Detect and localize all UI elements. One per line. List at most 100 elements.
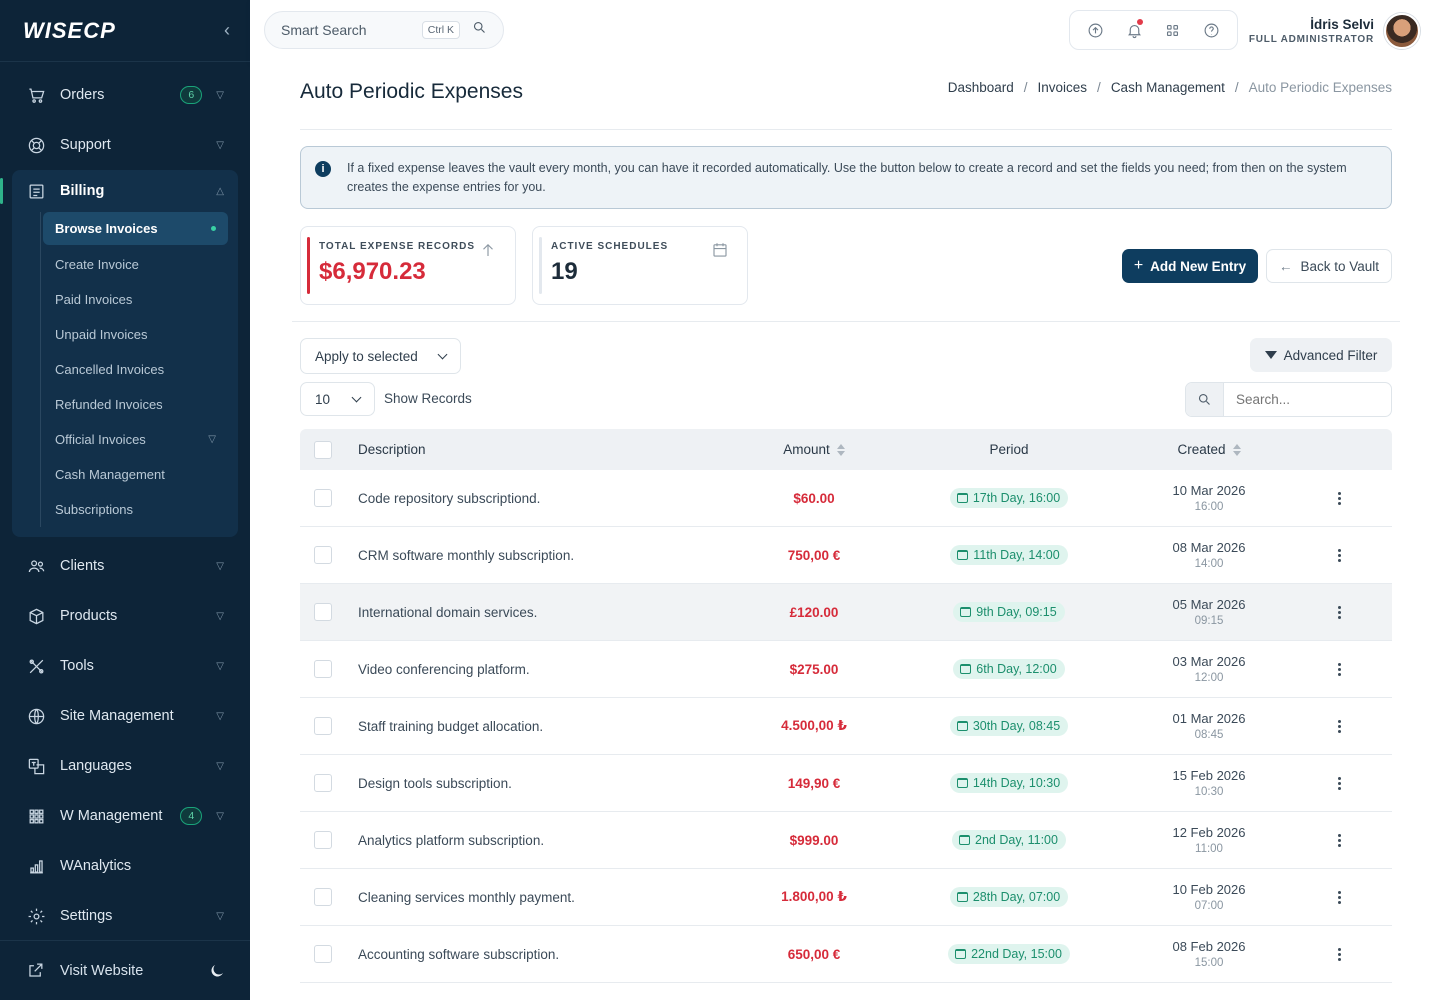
- apps-grid-icon[interactable]: [1161, 18, 1185, 42]
- sidebar-subitem-cancelled-invoices[interactable]: Cancelled Invoices: [43, 352, 228, 387]
- chevron-down-icon: ▽: [216, 910, 224, 922]
- table-row: Analytics platform subscription. $999.00…: [300, 812, 1392, 869]
- table-row: CRM software monthly subscription. 750,0…: [300, 527, 1392, 584]
- info-text: If a fixed expense leaves the vault ever…: [347, 161, 1347, 194]
- sidebar-item-label: Tools: [60, 658, 94, 674]
- more-options-icon[interactable]: [1337, 776, 1341, 790]
- header-created[interactable]: Created: [1132, 442, 1286, 457]
- sidebar-item-products[interactable]: Products ▽: [0, 591, 250, 641]
- help-icon[interactable]: [1200, 18, 1224, 42]
- period-badge: 2nd Day, 11:00: [952, 830, 1066, 850]
- search-icon[interactable]: [1186, 383, 1224, 416]
- more-options-icon[interactable]: [1337, 947, 1341, 961]
- sidebar-item-clients[interactable]: Clients ▽: [0, 541, 250, 591]
- period-badge: 17th Day, 16:00: [949, 488, 1069, 508]
- more-options-icon[interactable]: [1337, 662, 1341, 676]
- sidebar-item-label: W Management: [60, 808, 163, 824]
- breadcrumb-dashboard[interactable]: Dashboard: [948, 80, 1014, 95]
- more-options-icon[interactable]: [1337, 548, 1341, 562]
- breadcrumb-cash-management[interactable]: Cash Management: [1111, 80, 1225, 95]
- advanced-filter-button[interactable]: Advanced Filter: [1250, 338, 1392, 372]
- collapse-sidebar-icon[interactable]: ‹: [224, 20, 230, 41]
- sidebar-subitem-create-invoice[interactable]: Create Invoice: [43, 247, 228, 282]
- records-per-page-value: 10: [315, 391, 331, 407]
- sidebar-item-label: WAnalytics: [60, 858, 132, 874]
- breadcrumb-separator: /: [1097, 80, 1101, 95]
- more-options-icon[interactable]: [1337, 605, 1341, 619]
- row-description: Staff training budget allocation.: [358, 718, 544, 734]
- sidebar-item-settings[interactable]: Settings ▽: [0, 891, 250, 941]
- user-menu[interactable]: İdris Selvi FULL ADMINISTRATOR: [1249, 13, 1420, 49]
- period-badge: 28th Day, 07:00: [949, 887, 1069, 907]
- chevron-down-icon: ▽: [216, 660, 224, 672]
- sidebar-subitem-unpaid-invoices[interactable]: Unpaid Invoices: [43, 317, 228, 352]
- chevron-down-icon: ▽: [216, 610, 224, 622]
- external-link-icon: [26, 961, 46, 981]
- more-options-icon[interactable]: [1337, 890, 1341, 904]
- more-options-icon[interactable]: [1337, 491, 1341, 505]
- logo[interactable]: WISECP: [23, 18, 116, 44]
- sidebar-subitem-paid-invoices[interactable]: Paid Invoices: [43, 282, 228, 317]
- row-checkbox[interactable]: [314, 603, 332, 621]
- sidebar-item-orders[interactable]: Orders 6 ▽: [0, 70, 250, 120]
- sidebar-item-billing[interactable]: Billing △: [12, 170, 238, 212]
- sidebar-subitem-browse-invoices[interactable]: Browse Invoices: [43, 212, 228, 245]
- period-text: 14th Day, 10:30: [972, 776, 1061, 790]
- add-new-entry-button[interactable]: + Add New Entry: [1122, 249, 1258, 283]
- billing-group: Billing △ Browse Invoices Create Invoice…: [0, 170, 238, 537]
- row-checkbox[interactable]: [314, 546, 332, 564]
- more-options-icon[interactable]: [1337, 719, 1341, 733]
- row-select-cell: [300, 774, 346, 792]
- invoice-icon: [26, 181, 46, 201]
- lifebuoy-icon: [26, 135, 46, 155]
- select-all-checkbox[interactable]: [314, 440, 332, 459]
- chevron-down-icon: ▽: [216, 139, 224, 151]
- breadcrumb-invoices[interactable]: Invoices: [1038, 80, 1088, 95]
- sidebar-item-support[interactable]: Support ▽: [0, 120, 250, 170]
- expenses-table: Description Amount Period Created Code r…: [300, 429, 1392, 983]
- header-amount[interactable]: Amount: [742, 442, 886, 457]
- sidebar-subitem-cash-management[interactable]: Cash Management: [43, 457, 228, 492]
- search-icon[interactable]: [472, 20, 487, 40]
- row-select-cell: [300, 888, 346, 906]
- moon-icon[interactable]: [208, 962, 226, 980]
- row-description: Video conferencing platform.: [358, 661, 530, 677]
- sidebar-subitem-label: Paid Invoices: [55, 292, 133, 307]
- row-created: 15 Feb 2026 10:30: [1132, 768, 1286, 798]
- more-options-icon[interactable]: [1337, 833, 1341, 847]
- sidebar-item-tools[interactable]: Tools ▽: [0, 641, 250, 691]
- bell-icon[interactable]: [1122, 18, 1146, 42]
- user-role: FULL ADMINISTRATOR: [1248, 34, 1374, 45]
- smart-search-input[interactable]: Smart Search Ctrl K: [264, 11, 504, 49]
- bulk-action-select[interactable]: Apply to selected: [300, 338, 461, 374]
- table-search-input[interactable]: [1224, 392, 1384, 407]
- avatar[interactable]: [1384, 13, 1420, 49]
- period-text: 28th Day, 07:00: [972, 890, 1061, 904]
- records-per-page-select[interactable]: 10: [300, 382, 375, 416]
- info-alert: i If a fixed expense leaves the vault ev…: [300, 146, 1392, 209]
- visit-website-link[interactable]: Visit Website: [0, 940, 250, 1000]
- row-checkbox[interactable]: [314, 945, 332, 963]
- row-actions: [1286, 833, 1392, 847]
- sidebar-item-w-management[interactable]: W Management 4 ▽: [0, 791, 250, 841]
- table-header: Description Amount Period Created: [300, 429, 1392, 470]
- sidebar-item-site-management[interactable]: Site Management ▽: [0, 691, 250, 741]
- sidebar-subitem-refunded-invoices[interactable]: Refunded Invoices: [43, 387, 228, 422]
- back-to-vault-button[interactable]: ← Back to Vault: [1266, 249, 1392, 283]
- row-select-cell: [300, 603, 346, 621]
- row-actions: [1286, 605, 1392, 619]
- sidebar-subitem-official-invoices[interactable]: Official Invoices ▽: [43, 422, 228, 457]
- row-checkbox[interactable]: [314, 660, 332, 678]
- breadcrumb-separator: /: [1234, 80, 1239, 95]
- row-checkbox[interactable]: [314, 774, 332, 792]
- row-amount: £120.00: [789, 604, 839, 620]
- row-checkbox[interactable]: [314, 717, 332, 735]
- row-select-cell: [300, 546, 346, 564]
- sidebar-item-wanalytics[interactable]: WAnalytics: [0, 841, 250, 891]
- row-checkbox[interactable]: [314, 888, 332, 906]
- sidebar-item-languages[interactable]: Languages ▽: [0, 741, 250, 791]
- upload-icon[interactable]: [1083, 18, 1107, 42]
- row-checkbox[interactable]: [314, 831, 332, 849]
- sidebar-subitem-subscriptions[interactable]: Subscriptions: [43, 492, 228, 527]
- row-checkbox[interactable]: [314, 489, 332, 507]
